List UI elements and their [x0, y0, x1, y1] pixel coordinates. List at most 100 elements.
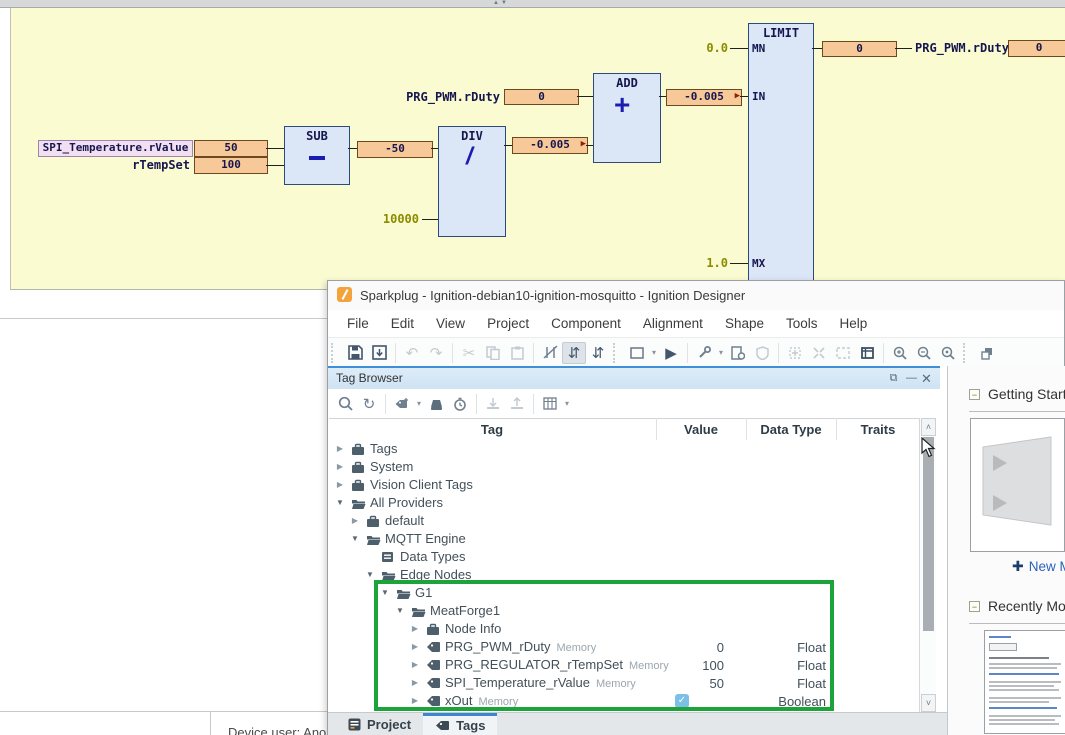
- column-value[interactable]: Value: [684, 422, 718, 437]
- chevron-down-icon[interactable]: ▾: [716, 348, 726, 357]
- horizontal-splitter[interactable]: ▲▼: [0, 0, 1065, 8]
- fbd-output-value-box[interactable]: 0: [1008, 40, 1065, 57]
- expand-arrow-icon[interactable]: ▶: [410, 660, 420, 669]
- tree-row-tags[interactable]: ▶Tags: [329, 440, 919, 458]
- collapse-arrow-icon[interactable]: ▼: [350, 534, 360, 543]
- copy-icon[interactable]: [481, 342, 505, 364]
- expand-arrow-icon[interactable]: ▶: [335, 462, 345, 471]
- rectangle-tool-icon[interactable]: [625, 342, 649, 364]
- expand-arrow-icon[interactable]: ▶: [410, 696, 420, 705]
- tree-row-meatforge1[interactable]: ▼MeatForge1: [329, 602, 919, 620]
- fbd-div-block[interactable]: DIV /: [438, 126, 506, 237]
- new-tag-icon[interactable]: [390, 393, 414, 415]
- fbd-pwm-feedback-box[interactable]: 0: [504, 89, 579, 105]
- comm-read-write-icon[interactable]: ⇵: [586, 342, 610, 364]
- project-properties-icon[interactable]: [726, 342, 750, 364]
- tag-browser-titlebar[interactable]: Tag Browser ⧉ ― ✕: [328, 368, 940, 390]
- expand-arrow-icon[interactable]: ▶: [410, 642, 420, 651]
- scroll-down-icon[interactable]: ˅: [921, 694, 936, 712]
- undo-icon[interactable]: ↶: [400, 342, 424, 364]
- tree-row-node-info[interactable]: ▶Node Info: [329, 620, 919, 638]
- wrench-icon[interactable]: [692, 342, 716, 364]
- menu-view[interactable]: View: [425, 316, 476, 331]
- zoom-out-icon[interactable]: [912, 342, 936, 364]
- tree-row-mqtt-engine[interactable]: ▼MQTT Engine: [329, 530, 919, 548]
- clock-icon[interactable]: [448, 393, 472, 415]
- tree-row-prg-regulator-rtempset[interactable]: ▶PRG_REGULATOR_rTempSetMemory100Float: [329, 656, 919, 674]
- chevron-down-icon[interactable]: ▾: [414, 399, 424, 408]
- minimize-icon[interactable]: ―: [905, 372, 918, 385]
- play-icon[interactable]: ▶: [659, 342, 683, 364]
- fbd-limit-out-box[interactable]: 0: [822, 41, 897, 57]
- getting-started-thumbnail[interactable]: [970, 418, 1065, 552]
- tree-row-data-types[interactable]: Data Types: [329, 548, 919, 566]
- tree-row-prg-pwm-rduty[interactable]: ▶PRG_PWM_rDutyMemory0Float: [329, 638, 919, 656]
- menu-edit[interactable]: Edit: [380, 316, 425, 331]
- save-icon[interactable]: [343, 342, 367, 364]
- toolbar-grip[interactable]: [613, 343, 622, 363]
- fbd-add-out-box[interactable]: -0.005▶: [666, 89, 742, 106]
- export-icon[interactable]: [505, 393, 529, 415]
- column-config-icon[interactable]: [538, 393, 562, 415]
- collapse-arrow-icon[interactable]: ▼: [335, 498, 345, 507]
- chevron-down-icon[interactable]: ▾: [649, 348, 659, 357]
- tab-tags[interactable]: Tags: [423, 713, 497, 735]
- menu-alignment[interactable]: Alignment: [632, 316, 714, 331]
- paste-icon[interactable]: [505, 342, 529, 364]
- expand-arrow-icon[interactable]: ▶: [335, 444, 345, 453]
- search-icon[interactable]: [333, 393, 357, 415]
- tree-row-all-providers[interactable]: ▼All Providers: [329, 494, 919, 512]
- tree-row-vision-client-tags[interactable]: ▶Vision Client Tags: [329, 476, 919, 494]
- scroll-up-icon[interactable]: ˄: [921, 418, 936, 436]
- collapse-icon[interactable]: −: [969, 601, 980, 612]
- window-titlebar[interactable]: Sparkplug - Ignition-debian10-ignition-m…: [328, 281, 1064, 311]
- refresh-icon[interactable]: ↻: [357, 393, 381, 415]
- save-all-icon[interactable]: [367, 342, 391, 364]
- comm-read-icon[interactable]: ⇵: [562, 342, 586, 364]
- cut-icon[interactable]: ✂: [457, 342, 481, 364]
- redo-icon[interactable]: ↷: [424, 342, 448, 364]
- fbd-temp-value-box[interactable]: 50: [194, 140, 268, 157]
- chevron-down-icon[interactable]: ▾: [562, 399, 572, 408]
- vertical-scrollbar[interactable]: ˄ ˅: [919, 418, 936, 712]
- expand-icon[interactable]: [783, 342, 807, 364]
- expand-arrow-icon[interactable]: ▶: [410, 678, 420, 687]
- column-datatype[interactable]: Data Type: [760, 422, 821, 437]
- zoom-reset-icon[interactable]: [936, 342, 960, 364]
- shield-icon[interactable]: [750, 342, 774, 364]
- collapse-icon[interactable]: −: [969, 389, 980, 400]
- fbd-limit-block[interactable]: LIMIT MN IN MX: [748, 23, 814, 281]
- fbd-add-block[interactable]: ADD +: [593, 73, 661, 163]
- menu-help[interactable]: Help: [829, 316, 879, 331]
- expand-arrow-icon[interactable]: ▶: [335, 480, 345, 489]
- fbd-temp-input-label[interactable]: SPI_Temperature.rValue: [38, 140, 193, 157]
- scrollbar-thumb[interactable]: [923, 437, 934, 631]
- cascade-windows-icon[interactable]: [975, 342, 999, 364]
- tree-row-g1[interactable]: ▼G1: [329, 584, 919, 602]
- menu-component[interactable]: Component: [540, 316, 632, 331]
- toolbar-grip[interactable]: [963, 343, 972, 363]
- recently-modified-thumbnail[interactable]: [984, 630, 1065, 734]
- device-icon[interactable]: [424, 393, 448, 415]
- tree-row-xout[interactable]: ▶xOutMemory✓Boolean: [329, 692, 919, 710]
- tree-row-edge-nodes[interactable]: ▼Edge Nodes: [329, 566, 919, 584]
- fbd-setpoint-value-box[interactable]: 100: [194, 157, 268, 174]
- expand-arrow-icon[interactable]: ▶: [410, 624, 420, 633]
- selection-icon[interactable]: [831, 342, 855, 364]
- new-main-window-link[interactable]: ✚ New Main Window: [1012, 558, 1065, 575]
- shrink-icon[interactable]: [807, 342, 831, 364]
- tree-row-system[interactable]: ▶System: [329, 458, 919, 476]
- fbd-sub-block[interactable]: SUB: [284, 126, 350, 185]
- fbd-sub-out-box[interactable]: -50: [357, 141, 433, 158]
- fit-window-icon[interactable]: [855, 342, 879, 364]
- tab-project[interactable]: Project: [336, 713, 423, 735]
- fbd-div-out-box[interactable]: -0.005▶: [512, 137, 588, 154]
- comm-off-icon[interactable]: [538, 342, 562, 364]
- close-icon[interactable]: ✕: [920, 372, 933, 385]
- tree-row-spi-temperature-rvalue[interactable]: ▶SPI_Temperature_rValueMemory50Float: [329, 674, 919, 692]
- collapse-arrow-icon[interactable]: ▼: [365, 570, 375, 579]
- collapse-arrow-icon[interactable]: ▼: [380, 588, 390, 597]
- toolbar-grip[interactable]: [331, 343, 340, 363]
- tree-row-default[interactable]: ▶default: [329, 512, 919, 530]
- menu-shape[interactable]: Shape: [714, 316, 775, 331]
